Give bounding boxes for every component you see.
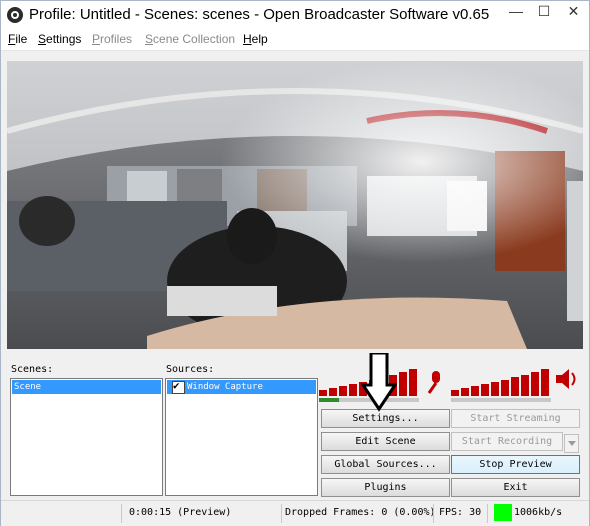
source-item-label: Window Capture [187,382,263,392]
sources-label: Sources: [166,364,215,375]
status-divider [487,504,488,523]
bitrate-status-indicator [494,504,512,521]
scene-item[interactable]: Scene [12,380,161,394]
status-bitrate: 1006kb/s [514,507,563,518]
menu-bar: File Settings Profiles Scene Collection … [1,30,589,51]
global-sources-button[interactable]: Global Sources... [321,455,450,474]
status-divider [433,504,434,523]
title-bar[interactable]: Profile: Untitled - Scenes: scenes - Ope… [1,1,589,30]
scenes-label: Scenes: [11,364,54,375]
menu-help[interactable]: Help [243,32,268,46]
exit-button[interactable]: Exit [451,478,580,497]
stop-preview-button[interactable]: Stop Preview [451,455,580,474]
desktop-meter-bars [451,369,549,396]
source-item[interactable]: Window Capture [167,379,316,394]
sources-list[interactable]: Window Capture [165,378,318,496]
down-arrow-annotation-icon [360,351,398,417]
status-dropped-frames: Dropped Frames: 0 (0.00%) [285,507,436,518]
speaker-icon[interactable] [556,369,576,389]
plugins-button[interactable]: Plugins [321,478,450,497]
status-divider [281,504,282,523]
edit-scene-button[interactable]: Edit Scene [321,432,450,451]
menu-profiles[interactable]: Profiles [92,32,132,46]
desktop-volume-meter[interactable] [451,365,581,405]
recording-dropdown-arrow[interactable] [564,434,579,453]
maximize-button[interactable]: ☐ [530,1,558,22]
preview-panorama [7,61,583,349]
menu-settings[interactable]: Settings [38,32,81,46]
source-visible-checkbox[interactable] [172,379,185,394]
scenes-list[interactable]: Scene [10,378,163,496]
close-button[interactable]: ✕ [558,1,589,22]
obs-main-window: Profile: Untitled - Scenes: scenes - Ope… [0,0,590,526]
menu-file[interactable]: File [8,32,27,46]
obs-logo-icon [7,7,23,23]
window-title: Profile: Untitled - Scenes: scenes - Ope… [29,6,490,23]
status-divider [121,504,122,523]
minimize-button[interactable]: — [502,1,530,22]
menu-scene-collection[interactable]: Scene Collection [145,32,235,46]
microphone-icon[interactable] [427,371,440,394]
preview-image [7,61,583,349]
desktop-level-track [451,398,551,402]
status-time: 0:00:15 (Preview) [129,507,232,518]
status-fps: FPS: 30 [439,507,482,518]
start-streaming-button[interactable]: Start Streaming [451,409,580,428]
start-recording-button[interactable]: Start Recording [451,432,563,451]
mic-level-fill [319,398,339,402]
